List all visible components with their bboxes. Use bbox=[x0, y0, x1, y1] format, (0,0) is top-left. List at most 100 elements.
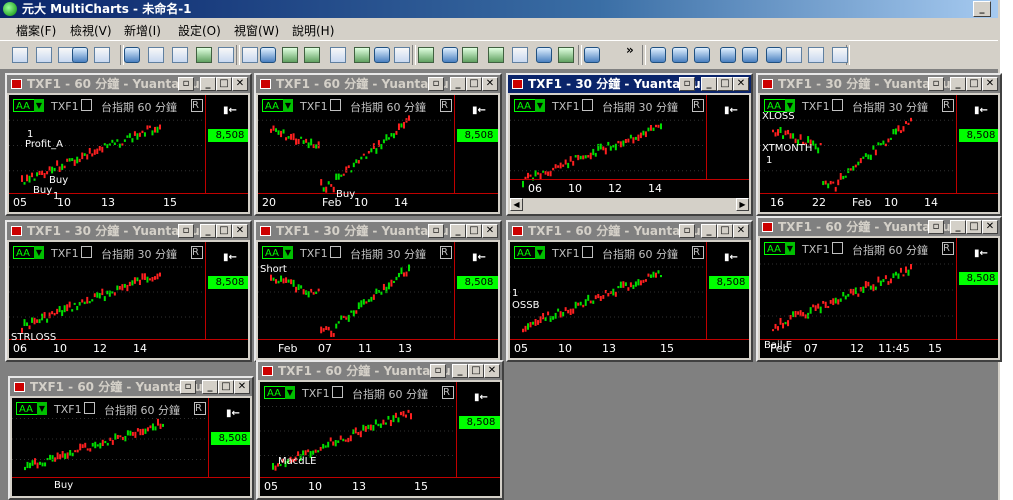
candle-icon[interactable] bbox=[418, 47, 434, 63]
chart-canvas[interactable]: AA ▼ TXF1 台指期 60 分鐘 R ▮← 8,508 Feb 07 12 11:45 15 Ba… bbox=[760, 238, 998, 358]
drawing-icon[interactable] bbox=[330, 47, 346, 63]
window-icon[interactable] bbox=[374, 47, 390, 63]
close-button[interactable]: ✕ bbox=[234, 380, 250, 394]
window-menu-button[interactable]: ▫ bbox=[679, 224, 695, 238]
scroll-to-end-icon[interactable]: ▮← bbox=[474, 392, 488, 403]
open-icon[interactable] bbox=[36, 47, 52, 63]
maximize-button[interactable]: □ bbox=[216, 77, 232, 91]
window-menu-button[interactable]: ▫ bbox=[178, 224, 194, 238]
scroll-left-icon[interactable]: ◀ bbox=[510, 198, 523, 211]
chart-window-c9[interactable]: TXF1 - 60 分鐘 - Yuanta Fu ▫ _ □ ✕ AA ▼ TXF1 台指期 6… bbox=[8, 376, 254, 500]
close-button[interactable]: ✕ bbox=[733, 77, 749, 91]
save-icon[interactable] bbox=[72, 47, 88, 63]
chart-window-c3[interactable]: TXF1 - 30 分鐘 - Yuanta Fu ▫ _ □ ✕ AA ▼ TXF1 台指期 3… bbox=[506, 73, 753, 216]
shrink-icon[interactable] bbox=[694, 47, 710, 63]
format-icon[interactable] bbox=[260, 47, 276, 63]
scroll-to-end-icon[interactable]: ▮← bbox=[223, 252, 237, 263]
close-button[interactable]: ✕ bbox=[482, 77, 498, 91]
menu-help[interactable]: 說明(H) bbox=[292, 22, 334, 39]
chart-canvas[interactable]: AA ▼ TXF1 台指期 30 分鐘 R ▮← 8,508 Feb 07 11 13 Short bbox=[258, 242, 498, 358]
chart-window-c6[interactable]: TXF1 - 30 分鐘 - Yuanta Fu ▫ _ □ ✕ AA ▼ TXF1 台指期 3… bbox=[254, 220, 502, 362]
scroll-to-end-icon[interactable]: ▮← bbox=[724, 252, 738, 263]
chart-canvas[interactable]: AA ▼ TXF1 台指期 30 分鐘 R ▮← 8,508 16 22 Feb 10 14 XLOSS… bbox=[760, 95, 998, 212]
chart-window-title-bar[interactable]: TXF1 - 60 分鐘 - Yuanta Fu ▫ _ □ ✕ bbox=[258, 362, 502, 380]
objects-icon[interactable] bbox=[354, 47, 370, 63]
dom-icon[interactable] bbox=[196, 47, 212, 63]
minimize-button[interactable]: _ bbox=[950, 77, 966, 91]
chart-window-title-bar[interactable]: TXF1 - 30 分鐘 - Yuanta Fu ▫ _ □ ✕ bbox=[256, 222, 500, 240]
menu-view[interactable]: 檢視(V) bbox=[70, 22, 112, 39]
chart-canvas[interactable]: AA ▼ TXF1 台指期 60 分鐘 R ▮← 8,508 05 10 13 15 MacdLE bbox=[260, 382, 500, 496]
chart-window-title-bar[interactable]: TXF1 - 30 分鐘 - Yuanta Fu ▫ _ □ ✕ bbox=[758, 75, 1000, 93]
scroll-to-end-icon[interactable]: ▮← bbox=[226, 408, 240, 419]
maximize-button[interactable]: □ bbox=[218, 380, 234, 394]
tools-icon[interactable] bbox=[242, 47, 258, 63]
chart-window-title-bar[interactable]: TXF1 - 60 分鐘 - Yuanta Fu ▫ _ □ ✕ bbox=[7, 75, 250, 93]
maximize-button[interactable]: □ bbox=[966, 220, 982, 234]
close-button[interactable]: ✕ bbox=[232, 224, 248, 238]
expand-icon[interactable] bbox=[672, 47, 688, 63]
chart-canvas[interactable]: AA ▼ TXF1 台指期 60 分鐘 R ▮← 8,508 Buy bbox=[12, 398, 250, 496]
chart-window-c7[interactable]: TXF1 - 60 分鐘 - Yuanta Fu ▫ _ □ ✕ AA ▼ TXF1 台指期 6… bbox=[506, 220, 753, 362]
scroll-icon[interactable] bbox=[742, 47, 758, 63]
bar-chart-icon[interactable] bbox=[394, 47, 410, 63]
maximize-button[interactable]: □ bbox=[466, 224, 482, 238]
chart-window-title-bar[interactable]: TXF1 - 30 分鐘 - Yuanta Fu ▫ _ □ ✕ bbox=[7, 222, 250, 240]
chart-window-c2[interactable]: TXF1 - 60 分鐘 - Yuanta Fu ▫ _ □ ✕ AA ▼ TXF1 台指期 6… bbox=[254, 73, 502, 216]
zoom-out-icon[interactable] bbox=[786, 47, 802, 63]
close-button[interactable]: ✕ bbox=[982, 77, 998, 91]
hline-icon[interactable] bbox=[488, 47, 504, 63]
menu-settings[interactable]: 設定(O) bbox=[178, 22, 221, 39]
chart-window-c10[interactable]: TXF1 - 60 分鐘 - Yuanta Fu ▫ _ □ ✕ AA ▼ TXF1 台指期 6… bbox=[256, 360, 504, 500]
minimize-button[interactable]: _ bbox=[200, 224, 216, 238]
window-menu-button[interactable]: ▫ bbox=[928, 220, 944, 234]
quote-icon[interactable] bbox=[148, 47, 164, 63]
move-icon[interactable] bbox=[650, 47, 666, 63]
zoom-icon[interactable] bbox=[584, 47, 600, 63]
minimize-button[interactable]: _ bbox=[202, 380, 218, 394]
horizontal-scrollbar[interactable]: ◀ ▶ bbox=[510, 198, 749, 212]
chart-window-title-bar[interactable]: TXF1 - 60 分鐘 - Yuanta Fu ▫ _ □ ✕ bbox=[508, 222, 751, 240]
maximize-button[interactable]: □ bbox=[966, 77, 982, 91]
scroll-to-end-icon[interactable]: ▮← bbox=[223, 105, 237, 116]
line-icon[interactable] bbox=[442, 47, 458, 63]
window-menu-button[interactable]: ▫ bbox=[178, 77, 194, 91]
maximize-button[interactable]: □ bbox=[717, 77, 733, 91]
scroll-to-end-icon[interactable]: ▮← bbox=[472, 105, 486, 116]
window-menu-button[interactable]: ▫ bbox=[430, 364, 446, 378]
arrow-left-icon[interactable] bbox=[536, 47, 552, 63]
fib-icon[interactable] bbox=[512, 47, 528, 63]
chart-window-title-bar[interactable]: TXF1 - 30 分鐘 - Yuanta Fu ▫ _ □ ✕ bbox=[508, 75, 751, 93]
minimize-button[interactable]: _ bbox=[701, 77, 717, 91]
chart-canvas[interactable]: AA ▼ TXF1 台指期 60 分鐘 R ▮← 8,508 05 10 13 15 1 OSSB bbox=[510, 242, 749, 358]
study-icon[interactable] bbox=[282, 47, 298, 63]
maximize-button[interactable]: □ bbox=[468, 364, 484, 378]
menu-file[interactable]: 檔案(F) bbox=[16, 22, 56, 39]
report-icon[interactable] bbox=[218, 47, 234, 63]
minimize-button[interactable]: _ bbox=[950, 220, 966, 234]
zoom-in-icon[interactable] bbox=[766, 47, 782, 63]
close-button[interactable]: ✕ bbox=[482, 224, 498, 238]
chart-window-icon[interactable] bbox=[124, 47, 140, 63]
chart-canvas[interactable]: AA ▼ TXF1 台指期 30 分鐘 R ▮← 06 10 12 14 ◀ ▶ bbox=[510, 95, 749, 212]
chart-window-title-bar[interactable]: TXF1 - 60 分鐘 - Yuanta Fu ▫ _ □ ✕ bbox=[10, 378, 252, 396]
scanner-icon[interactable] bbox=[172, 47, 188, 63]
window-menu-button[interactable]: ▫ bbox=[679, 77, 695, 91]
window-menu-button[interactable]: ▫ bbox=[428, 77, 444, 91]
chart-window-c5[interactable]: TXF1 - 30 分鐘 - Yuanta Fu ▫ _ □ ✕ AA ▼ TXF1 台指期 3… bbox=[5, 220, 252, 362]
scroll-to-end-icon[interactable]: ▮← bbox=[974, 248, 988, 259]
chart-window-title-bar[interactable]: TXF1 - 60 分鐘 - Yuanta Fu ▫ _ □ ✕ bbox=[256, 75, 500, 93]
minimize-button[interactable]: _ bbox=[701, 224, 717, 238]
chart-canvas[interactable]: AA ▼ TXF1 台指期 60 分鐘 R ▮← 8,508 05 10 13 15 1 Profit_… bbox=[9, 95, 248, 212]
window-menu-button[interactable]: ▫ bbox=[928, 77, 944, 91]
scroll-right-icon[interactable]: ▶ bbox=[736, 198, 749, 211]
chart-canvas[interactable]: AA ▼ TXF1 台指期 60 分鐘 R ▮← 8,508 20 Feb 10 14 Buy bbox=[258, 95, 498, 212]
menu-window[interactable]: 視窗(W) bbox=[234, 22, 279, 39]
minimize-button[interactable]: _ bbox=[450, 224, 466, 238]
toolbar-overflow-icon[interactable]: » bbox=[626, 43, 634, 57]
delete-icon[interactable] bbox=[94, 47, 110, 63]
chart-window-c1[interactable]: TXF1 - 60 分鐘 - Yuanta Fu ▫ _ □ ✕ AA ▼ TXF1 台指期 6… bbox=[5, 73, 252, 216]
chart-window-c4[interactable]: TXF1 - 30 分鐘 - Yuanta Fu ▫ _ □ ✕ AA ▼ TXF1 台指期 3… bbox=[756, 73, 1002, 216]
reset-icon[interactable] bbox=[808, 47, 824, 63]
scroll-to-end-icon[interactable]: ▮← bbox=[472, 252, 486, 263]
